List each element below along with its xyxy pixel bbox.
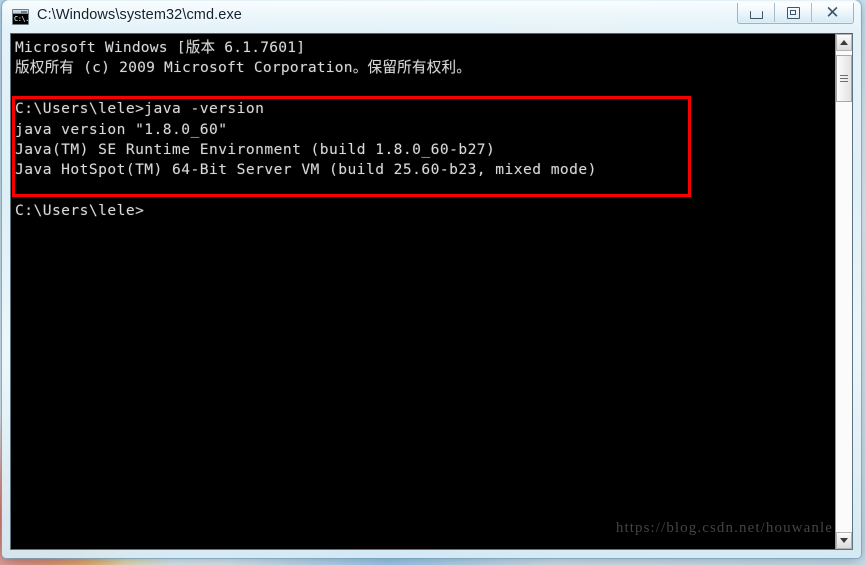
console-client-area: Microsoft Windows [版本 6.1.7601] 版权所有 (c)… bbox=[10, 33, 853, 550]
console-line-5: Java(TM) SE Runtime Environment (build 1… bbox=[15, 141, 496, 159]
console-line-7-blank bbox=[13, 181, 835, 201]
console-output[interactable]: Microsoft Windows [版本 6.1.7601] 版权所有 (c)… bbox=[11, 34, 835, 549]
window-titlebar[interactable]: C:\. C:\Windows\system32\cmd.exe ✕ bbox=[2, 0, 861, 33]
icon-screen-text: C:\. bbox=[13, 14, 29, 24]
console-line-6: Java HotSpot(TM) 64-Bit Server VM (build… bbox=[15, 161, 597, 179]
desktop-background: C:\. C:\Windows\system32\cmd.exe ✕ Micro… bbox=[0, 0, 865, 565]
close-icon: ✕ bbox=[825, 3, 840, 22]
console-line-2-blank bbox=[13, 79, 835, 99]
vertical-scrollbar[interactable] bbox=[835, 34, 852, 549]
triangle-up-icon bbox=[840, 40, 848, 45]
console-line-8-prompt: C:\Users\lele> bbox=[15, 202, 145, 220]
triangle-down-icon bbox=[840, 538, 848, 543]
minimize-button[interactable] bbox=[738, 3, 775, 22]
caption-button-group: ✕ bbox=[737, 3, 854, 24]
scrollbar-up-button[interactable] bbox=[836, 34, 852, 51]
watermark-text: https://blog.csdn.net/houwanle bbox=[615, 520, 833, 536]
window-title: C:\Windows\system32\cmd.exe bbox=[37, 7, 242, 23]
command-prompt-window: C:\. C:\Windows\system32\cmd.exe ✕ Micro… bbox=[2, 0, 861, 558]
maximize-button[interactable] bbox=[775, 3, 812, 22]
console-line-4: java version "1.8.0_60" bbox=[15, 120, 228, 138]
maximize-icon bbox=[786, 6, 800, 19]
cmd-console-icon: C:\. bbox=[12, 9, 29, 25]
scrollbar-track[interactable] bbox=[836, 51, 852, 532]
console-line-0: Microsoft Windows [版本 6.1.7601] bbox=[15, 39, 306, 56]
scrollbar-down-button[interactable] bbox=[836, 532, 852, 549]
close-button[interactable]: ✕ bbox=[812, 3, 853, 22]
console-line-3-command: C:\Users\lele>java -version bbox=[15, 100, 265, 118]
scrollbar-thumb[interactable] bbox=[836, 55, 852, 102]
console-line-1: 版权所有 (c) 2009 Microsoft Corporation。保留所有… bbox=[15, 59, 472, 77]
minimize-icon bbox=[749, 10, 763, 19]
